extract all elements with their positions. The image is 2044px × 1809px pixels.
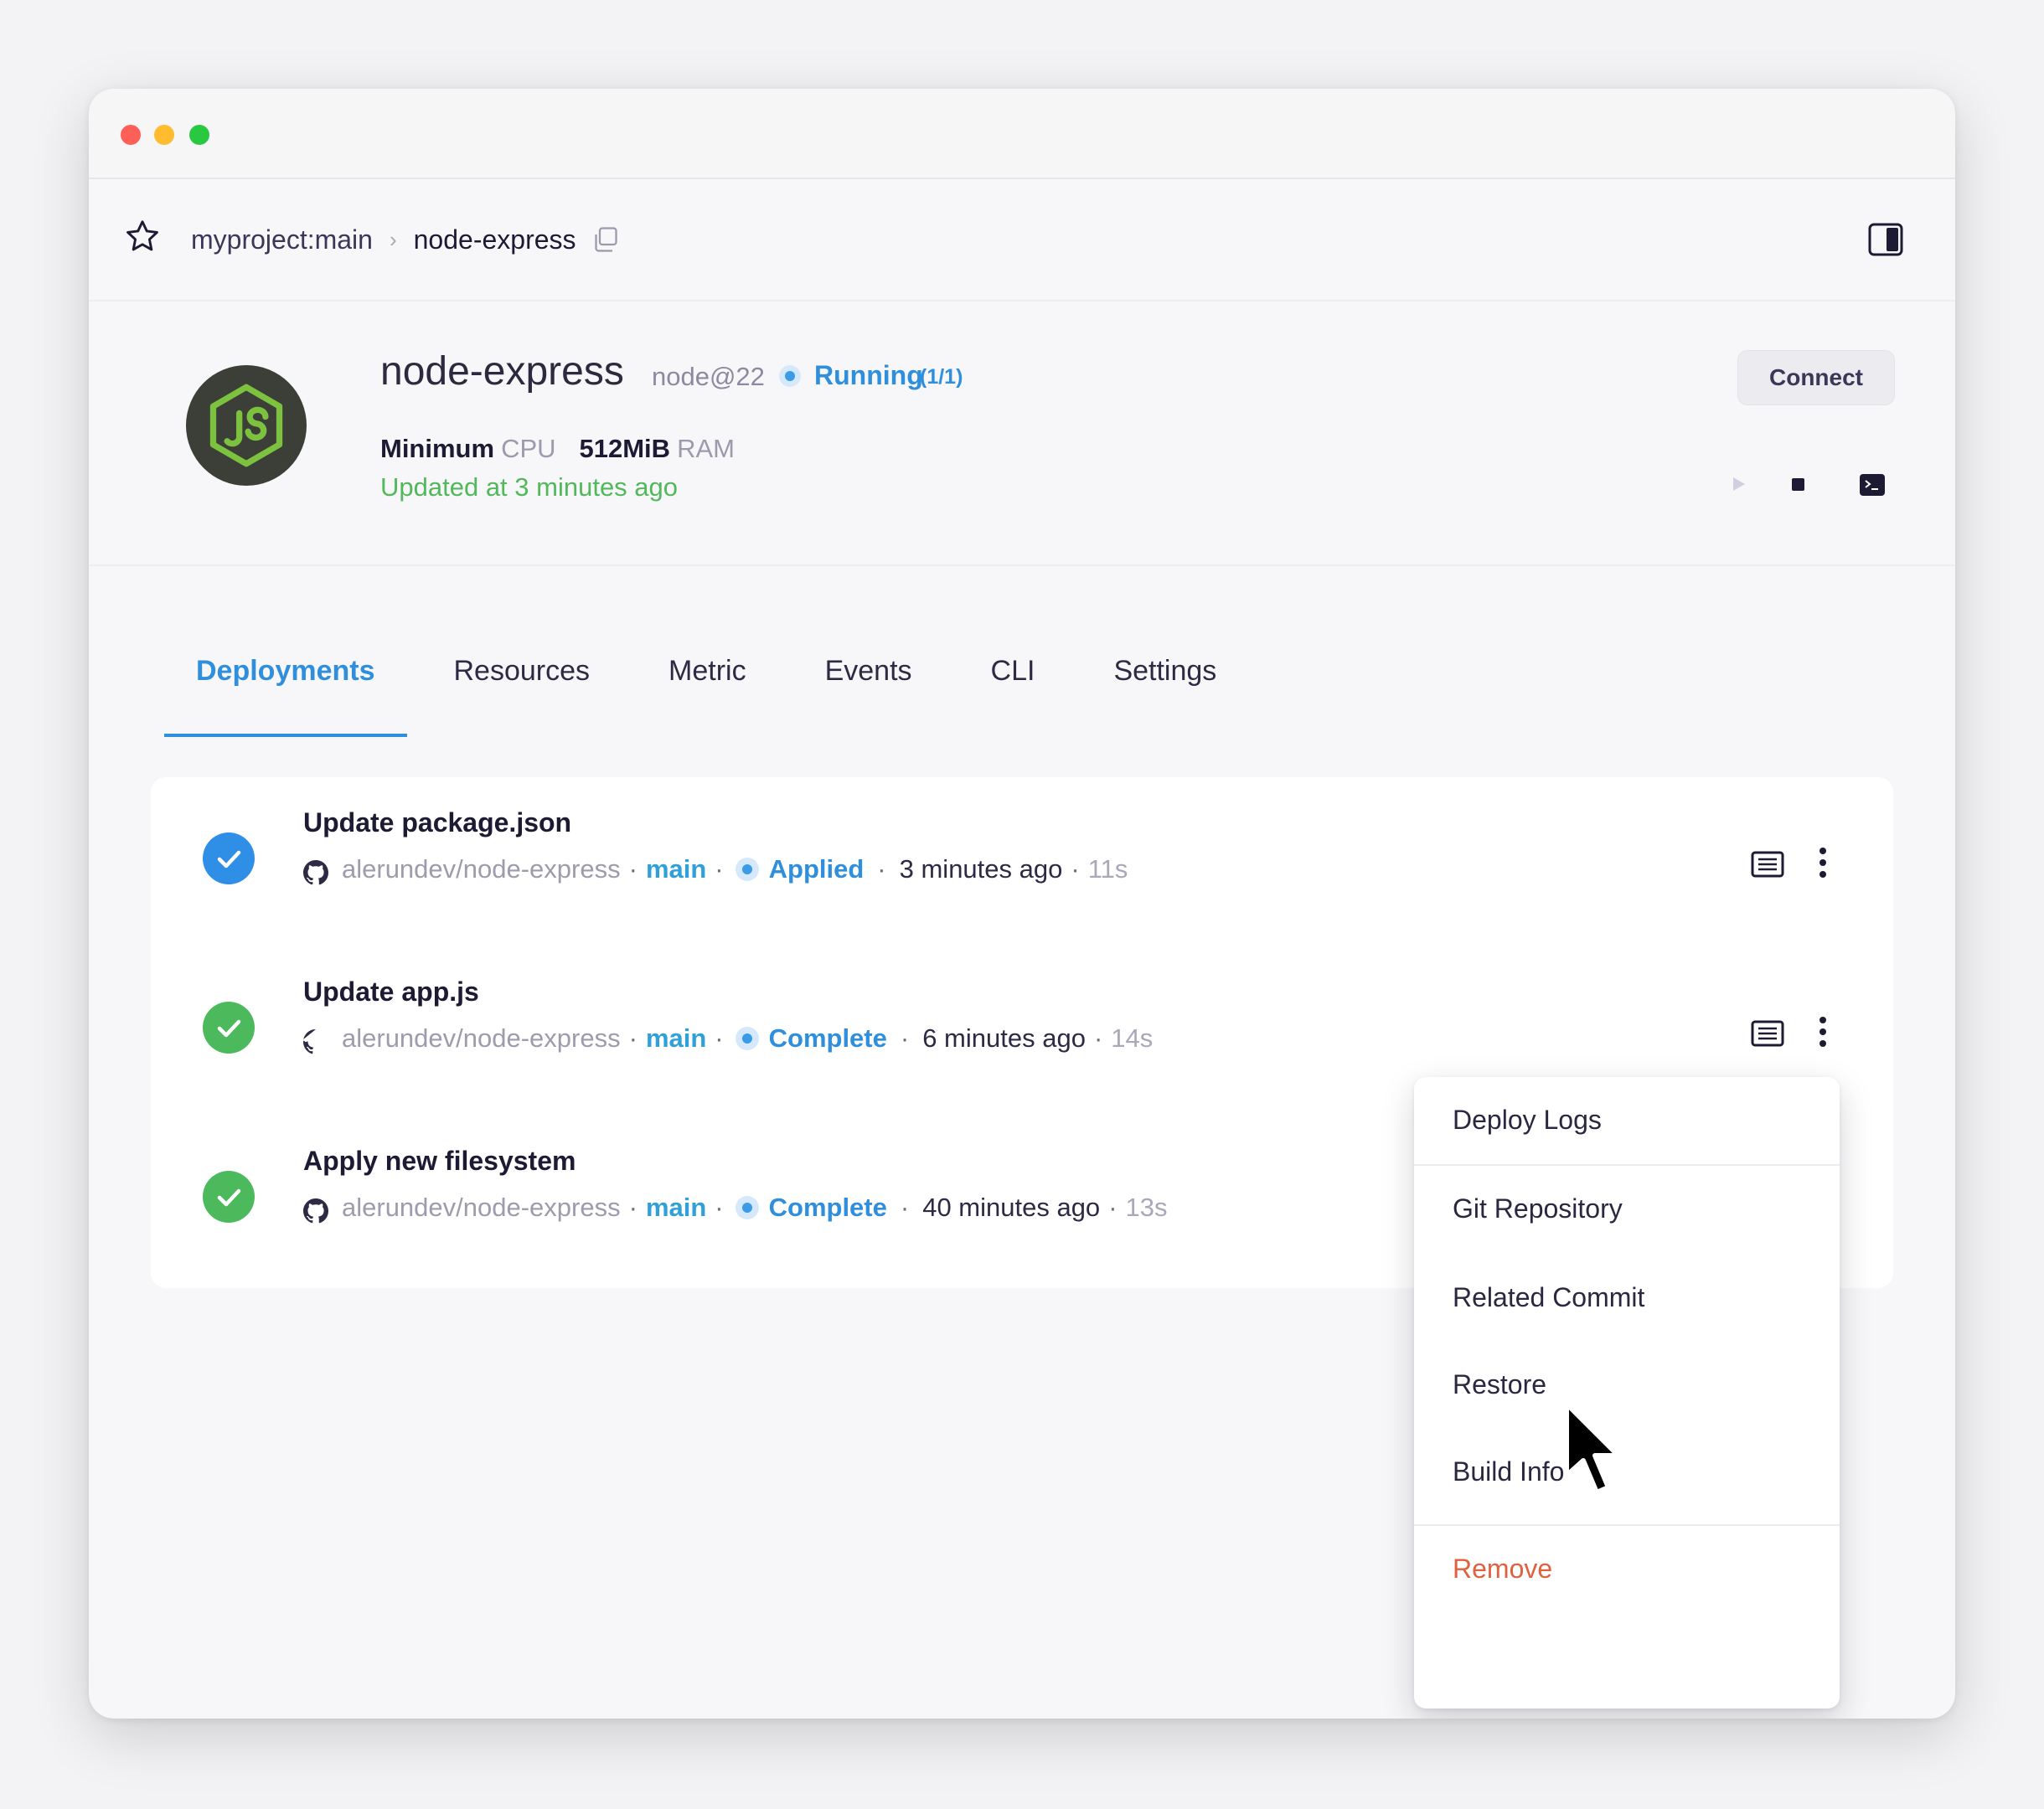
breadcrumb-project-link[interactable]: myproject:main [191, 224, 373, 255]
github-icon [303, 860, 328, 885]
stop-icon[interactable] [1789, 474, 1808, 494]
deployment-duration: 11s [1087, 854, 1128, 884]
title-bar [89, 89, 1955, 179]
github-icon [303, 1029, 316, 1054]
menu-item-remove[interactable]: Remove [1414, 1531, 1840, 1606]
menu-item-deploy-logs[interactable]: Deploy Logs [1414, 1082, 1840, 1157]
logs-icon[interactable] [1751, 1020, 1784, 1047]
menu-divider [1414, 1164, 1840, 1166]
minimize-window-button[interactable] [154, 125, 174, 145]
app-window: myproject:main › node-express node-expre… [89, 89, 1955, 1719]
breadcrumb-header: myproject:main › node-express [89, 179, 1955, 302]
menu-item-git-repository[interactable]: Git Repository [1414, 1171, 1840, 1246]
separator-dot: · [900, 1023, 910, 1053]
separator-dot: · [628, 1193, 637, 1222]
cpu-label: CPU [501, 434, 556, 463]
separator-dot: · [1071, 854, 1080, 884]
more-options-icon[interactable] [1816, 1013, 1830, 1050]
cpu-value: Minimum [380, 434, 495, 463]
breadcrumb-separator: › [389, 226, 397, 252]
menu-item-related-commit[interactable]: Related Commit [1414, 1260, 1840, 1335]
deployment-branch[interactable]: main [646, 1193, 706, 1223]
service-runtime: node@22 [652, 362, 765, 391]
tab-metric[interactable]: Metric [637, 645, 778, 737]
deployment-title: Update app.js [303, 977, 479, 1007]
updated-timestamp: Updated at 3 minutes ago [380, 472, 679, 502]
menu-item-build-info[interactable]: Build Info [1414, 1434, 1840, 1509]
logs-icon[interactable] [1751, 851, 1784, 878]
more-options-icon[interactable] [1816, 844, 1830, 881]
complete-check-icon [203, 1171, 255, 1223]
deployment-title: Apply new filesystem [303, 1146, 576, 1176]
deployment-row[interactable]: Update package.json alerundev/node-expre… [151, 777, 1893, 946]
tab-cli[interactable]: CLI [959, 645, 1067, 737]
deployment-branch[interactable]: main [646, 854, 706, 884]
deployment-duration: 14s [1111, 1023, 1154, 1053]
status-dot-icon [779, 365, 801, 387]
status-dot-icon [735, 858, 759, 881]
resource-specs: Minimum CPU 512MiB RAM [380, 434, 758, 464]
deployment-title: Update package.json [303, 807, 572, 838]
service-title: node-express [380, 349, 624, 394]
maximize-window-button[interactable] [189, 125, 209, 145]
deployment-time: 3 minutes ago [899, 854, 1063, 884]
ram-label: RAM [677, 434, 735, 463]
status-dot-icon [735, 1196, 759, 1219]
terminal-icon[interactable] [1860, 474, 1885, 496]
deployment-branch[interactable]: main [646, 1023, 706, 1054]
star-icon[interactable] [124, 218, 161, 255]
ram-value: 512MiB [579, 434, 671, 463]
deployment-time: 6 minutes ago [922, 1023, 1086, 1053]
breadcrumb-service: node-express [413, 224, 576, 255]
separator-dot: · [877, 854, 886, 884]
start-icon[interactable] [1731, 474, 1747, 494]
deployment-duration: 13s [1125, 1193, 1168, 1222]
status-dot-icon [735, 1027, 759, 1050]
nodejs-logo-icon [186, 365, 307, 486]
service-summary: node-express node@22 Running (1/1) Minim… [89, 302, 1955, 566]
separator-dot: · [715, 1023, 724, 1053]
deployment-meta: alerundev/node-express · main · Complete… [303, 1020, 1153, 1057]
separator-dot: · [1093, 1023, 1103, 1053]
tab-bar: Deployments Resources Metric Events CLI … [164, 645, 1263, 737]
deployment-repo[interactable]: alerundev/node-express [342, 1023, 621, 1054]
tab-resources[interactable]: Resources [422, 645, 622, 737]
tab-events[interactable]: Events [793, 645, 944, 737]
separator-dot: · [715, 854, 724, 884]
copy-icon[interactable] [590, 224, 620, 255]
deployment-repo[interactable]: alerundev/node-express [342, 1193, 621, 1223]
applied-check-icon [203, 832, 255, 884]
deployment-meta: alerundev/node-express · main · Applied … [303, 851, 1128, 888]
separator-dot: · [628, 854, 637, 884]
mouse-pointer-icon [1564, 1401, 1621, 1495]
separator-dot: · [900, 1193, 910, 1222]
deployment-meta: alerundev/node-express · main · Complete… [303, 1189, 1168, 1226]
menu-divider [1414, 1524, 1840, 1526]
tab-settings[interactable]: Settings [1081, 645, 1248, 737]
breadcrumb: myproject:main › node-express [191, 179, 620, 300]
deployment-status: Complete [768, 1193, 887, 1222]
separator-dot: · [715, 1193, 724, 1222]
separator-dot: · [628, 1023, 637, 1053]
deployment-status: Applied [768, 854, 865, 884]
close-window-button[interactable] [121, 125, 141, 145]
deployment-context-menu: Deploy Logs Git Repository Related Commi… [1414, 1077, 1840, 1708]
deployment-status: Complete [768, 1023, 887, 1053]
menu-item-restore[interactable]: Restore [1414, 1347, 1840, 1422]
deployment-repo[interactable]: alerundev/node-express [342, 854, 621, 884]
toggle-sidebar-icon[interactable] [1868, 223, 1903, 256]
service-status: Running [814, 360, 923, 390]
connect-button[interactable]: Connect [1737, 350, 1895, 405]
github-icon [303, 1198, 328, 1224]
service-replicas: (1/1) [920, 365, 963, 389]
separator-dot: · [1108, 1193, 1117, 1222]
complete-check-icon [203, 1002, 255, 1054]
deployment-time: 40 minutes ago [922, 1193, 1101, 1222]
tab-deployments[interactable]: Deployments [164, 645, 407, 737]
